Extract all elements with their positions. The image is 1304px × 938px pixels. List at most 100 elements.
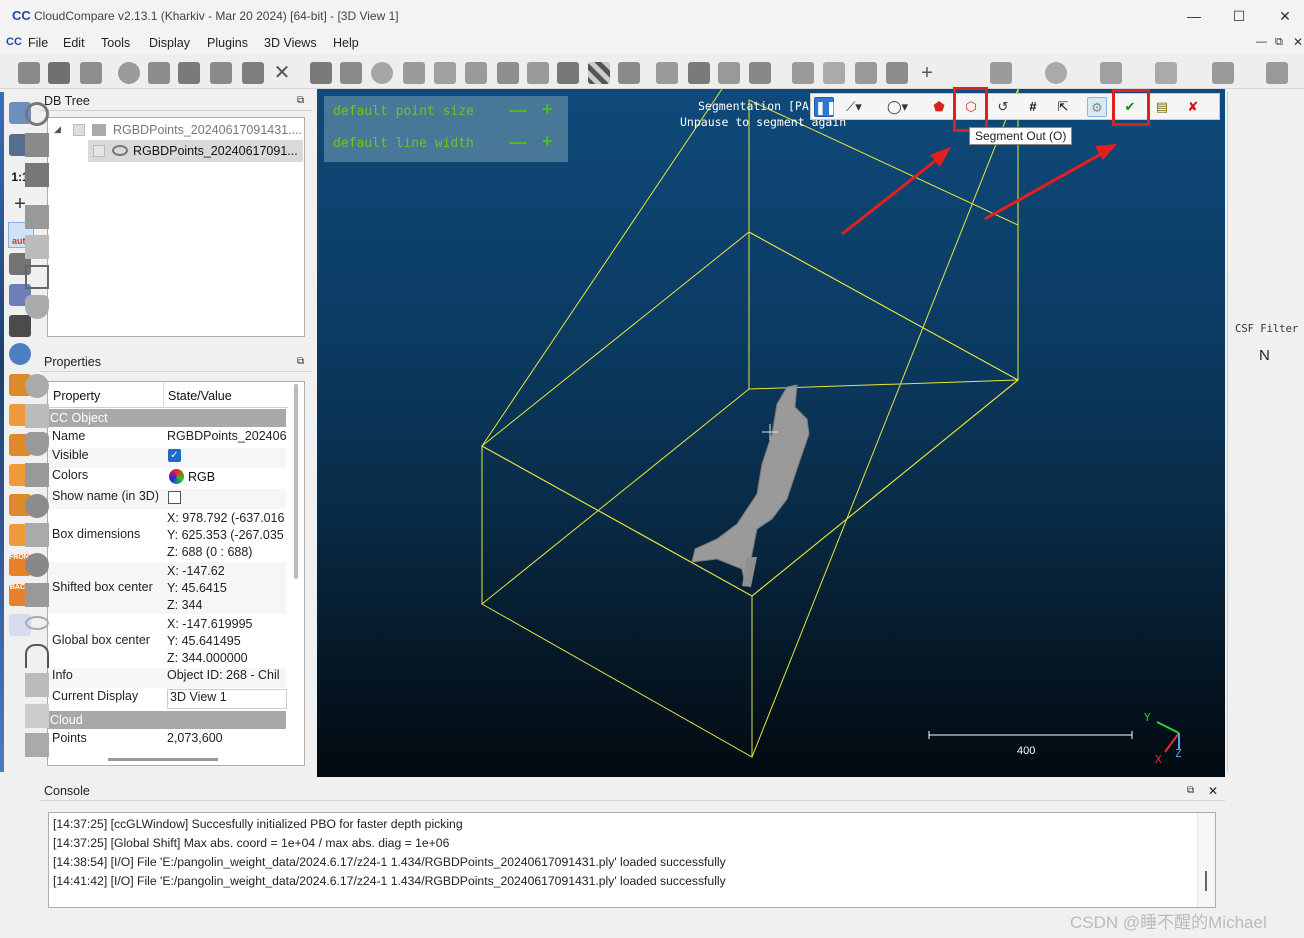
menu-3d-views[interactable]: 3D Views (264, 36, 317, 50)
kd-icon[interactable] (1045, 62, 1067, 84)
cancel-button[interactable]: ✘ (1183, 97, 1203, 117)
translate-icon[interactable] (178, 62, 200, 84)
minmax-icon[interactable] (855, 62, 877, 84)
compass-icon[interactable] (25, 265, 49, 289)
mesh-icon[interactable] (403, 62, 425, 84)
properties-h-scrollbar[interactable] (108, 758, 218, 761)
visible-checkbox[interactable]: ✓ (168, 449, 181, 462)
qanimation-icon[interactable] (1212, 62, 1234, 84)
move-view-icon[interactable] (9, 315, 31, 337)
properties-scrollbar[interactable] (294, 384, 298, 579)
plane-icon[interactable] (718, 62, 740, 84)
point-size-minus-button[interactable]: — (509, 100, 527, 121)
cc-icon[interactable] (527, 62, 549, 84)
line-width-minus-button[interactable]: — (509, 132, 527, 153)
shield-icon[interactable] (25, 432, 49, 456)
export-button[interactable]: ⇱ (1053, 97, 1073, 117)
maximize-button[interactable]: ☐ (1228, 6, 1250, 26)
move-icon[interactable] (688, 62, 710, 84)
ellipse-icon[interactable] (25, 616, 49, 630)
ruler-icon[interactable] (25, 704, 49, 728)
polyline-select-button[interactable]: ⟋▾ (844, 97, 864, 117)
align-icon[interactable] (656, 62, 678, 84)
child-checkbox[interactable] (93, 145, 105, 157)
subsample-icon[interactable] (371, 62, 393, 84)
trees-icon[interactable] (25, 733, 49, 757)
spline-icon[interactable] (1155, 62, 1177, 84)
edl-icon[interactable] (25, 133, 49, 157)
merge-icon[interactable] (242, 62, 264, 84)
add-sf-icon[interactable]: + (916, 62, 938, 84)
undo-button[interactable]: ↺ (993, 97, 1013, 117)
3d-viewport[interactable]: 400 Y X Z (317, 89, 1225, 777)
rail-icon[interactable] (1266, 62, 1288, 84)
pcv-icon[interactable] (25, 463, 49, 487)
mdi-minimize-icon[interactable]: — (1256, 36, 1267, 48)
open-icon[interactable] (18, 62, 40, 84)
normals-icon[interactable] (340, 62, 362, 84)
menu-file[interactable]: File (28, 36, 48, 50)
console-close-icon[interactable]: ✕ (1208, 782, 1218, 800)
layers-stack-icon[interactable] (25, 583, 49, 607)
mdi-restore-icon[interactable]: ⧉ (1275, 36, 1283, 49)
m3c2-icon[interactable] (25, 404, 49, 428)
poisson-icon[interactable] (25, 494, 49, 518)
flame-icon[interactable] (25, 673, 49, 697)
delete-icon[interactable]: ✕ (271, 62, 293, 84)
mdi-close-icon[interactable]: ✕ (1293, 35, 1303, 49)
csf-shield-icon[interactable] (25, 295, 49, 319)
menu-plugins[interactable]: Plugins (207, 36, 248, 50)
clapper-icon[interactable] (25, 205, 49, 229)
db-tree-float-icon[interactable]: ⧉ (297, 92, 304, 110)
grid-button[interactable]: # (1023, 97, 1043, 117)
tree-root-label[interactable]: RGBDPoints_20240617091431.... (113, 123, 302, 137)
canupo-icon[interactable] (990, 62, 1012, 84)
calc-icon[interactable] (886, 62, 908, 84)
properties-float-icon[interactable]: ⧉ (297, 353, 304, 371)
root-checkbox[interactable] (73, 124, 85, 136)
segment-in-button[interactable]: ⬟ (929, 97, 949, 117)
menu-display[interactable]: Display (149, 36, 190, 50)
no-filter-icon[interactable] (25, 102, 49, 126)
console-float-icon[interactable]: ⧉ (1187, 782, 1194, 800)
expand-icon[interactable]: ◢ (54, 124, 61, 135)
point-size-plus-button[interactable]: + (542, 99, 553, 120)
curve-icon[interactable] (823, 62, 845, 84)
show-name-checkbox[interactable] (168, 491, 181, 504)
ssao-icon[interactable] (25, 163, 49, 187)
properties-icon[interactable] (148, 62, 170, 84)
menu-help[interactable]: Help (333, 36, 359, 50)
line-width-plus-button[interactable]: + (542, 131, 553, 152)
pick-rotation-icon[interactable] (118, 62, 140, 84)
confirm-delete-button[interactable]: ▤ (1152, 97, 1172, 117)
menu-tools[interactable]: Tools (101, 36, 130, 50)
save-icon[interactable] (48, 62, 70, 84)
checker-icon[interactable] (588, 62, 610, 84)
sor-icon[interactable] (618, 62, 640, 84)
noise-icon[interactable] (434, 62, 456, 84)
north-icon[interactable]: N (1259, 347, 1270, 364)
menu-edit[interactable]: Edit (63, 36, 85, 50)
app-menu-icon[interactable]: CC (6, 36, 22, 48)
clone-icon[interactable] (210, 62, 232, 84)
console-scrollbar[interactable] (1197, 813, 1215, 907)
save-all-icon[interactable] (80, 62, 102, 84)
arch-icon[interactable] (25, 644, 49, 668)
sample-icon[interactable] (310, 62, 332, 84)
rect-select-button[interactable]: ◯▾ (887, 97, 908, 117)
tree-child-row[interactable]: RGBDPoints_20240617091... (88, 140, 303, 162)
plugin-icon[interactable] (1100, 62, 1122, 84)
gear-icon[interactable] (25, 553, 49, 577)
fill-icon[interactable] (557, 62, 579, 84)
tools-icon[interactable] (749, 62, 771, 84)
minimize-button[interactable]: — (1183, 6, 1205, 26)
distance-icon[interactable] (465, 62, 487, 84)
close-window-button[interactable]: ✕ (1274, 6, 1296, 26)
brush-icon[interactable] (25, 235, 49, 259)
c2m-icon[interactable] (497, 62, 519, 84)
settings-button[interactable]: ⚙ (1087, 97, 1107, 117)
histogram-icon[interactable] (792, 62, 814, 84)
zoom-icon[interactable] (9, 343, 31, 365)
pause-button[interactable]: ❚❚ (814, 97, 837, 117)
ransac-icon[interactable] (25, 523, 49, 547)
